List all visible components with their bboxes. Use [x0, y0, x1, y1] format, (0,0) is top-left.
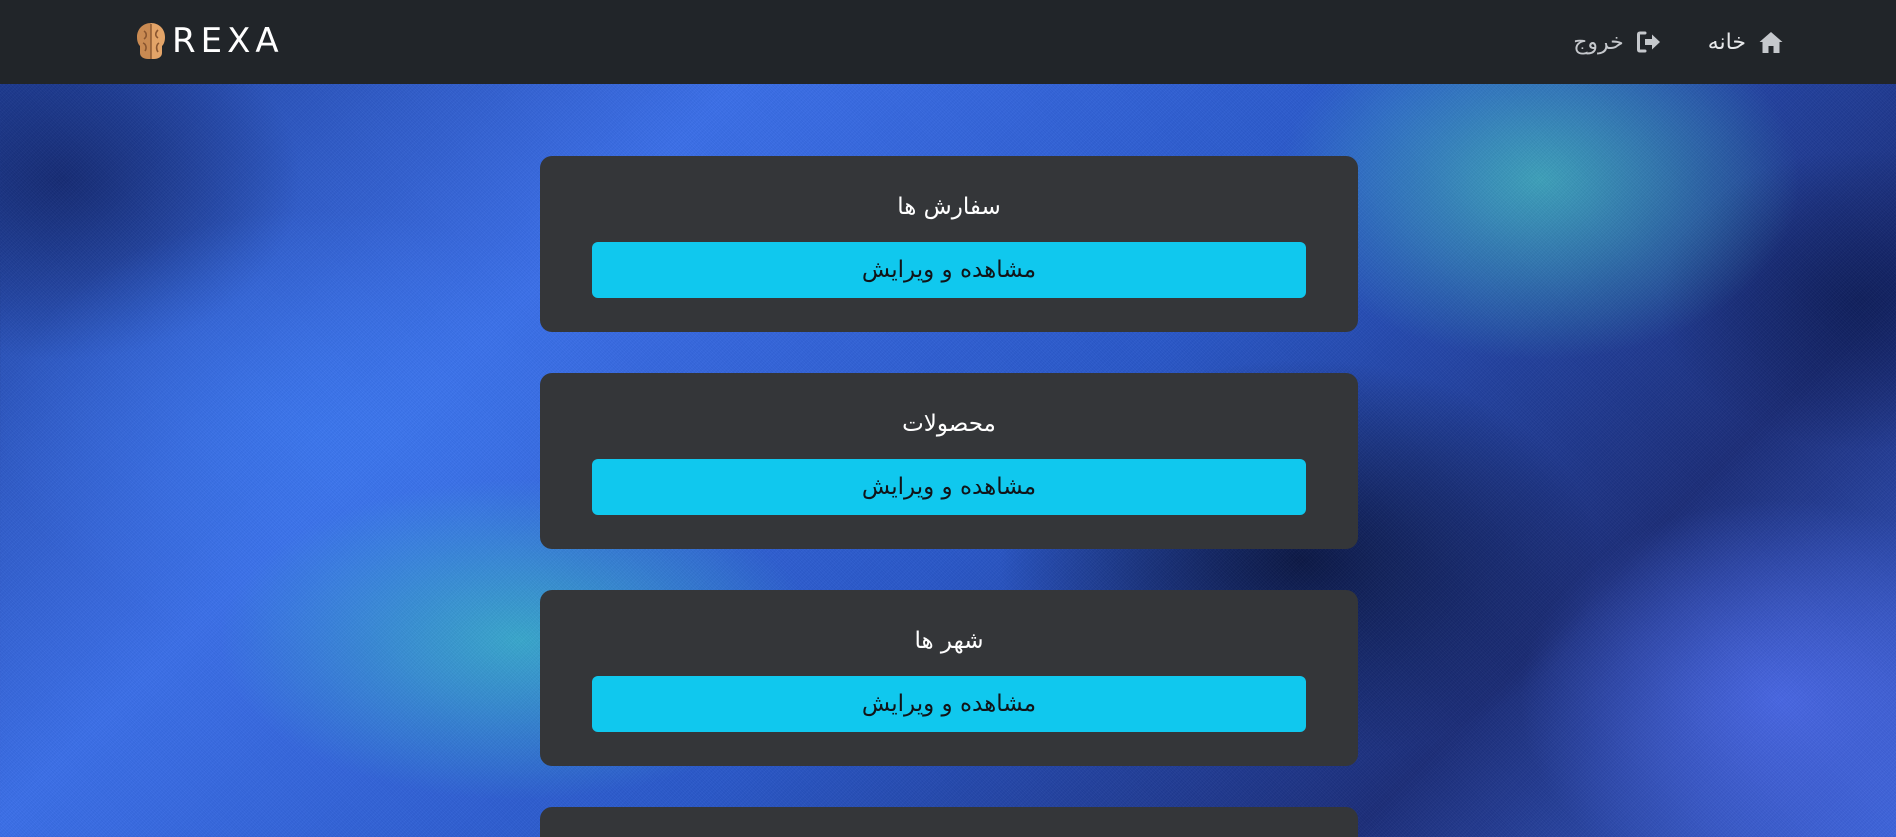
home-icon	[1759, 32, 1783, 53]
nav-link-logout[interactable]: خروج	[1573, 29, 1662, 55]
card-title: محصولات	[902, 411, 996, 437]
view-edit-cities-button[interactable]: مشاهده و ویرایش	[592, 676, 1306, 732]
top-navbar: REXA خانه خروج	[0, 0, 1896, 84]
sign-out-icon	[1636, 31, 1660, 53]
dashboard-cards: سفارش ها مشاهده و ویرایش محصولات مشاهده …	[540, 156, 1358, 807]
card-orders: سفارش ها مشاهده و ویرایش	[540, 156, 1358, 332]
view-edit-products-button[interactable]: مشاهده و ویرایش	[592, 459, 1306, 515]
card-title: سفارش ها	[897, 194, 1001, 220]
view-edit-orders-button[interactable]: مشاهده و ویرایش	[592, 242, 1306, 298]
brain-icon	[137, 23, 165, 59]
nav-link-home-label: خانه	[1707, 29, 1746, 55]
nav-links: خانه خروج	[1573, 0, 1784, 84]
card-cities: شهر ها مشاهده و ویرایش	[540, 590, 1358, 766]
brand-name: REXA	[172, 21, 284, 61]
card-title: شهر ها	[914, 628, 984, 654]
card-products: محصولات مشاهده و ویرایش	[540, 373, 1358, 549]
brand[interactable]: REXA	[134, 18, 284, 64]
card-partial	[540, 807, 1358, 837]
nav-link-home[interactable]: خانه	[1708, 29, 1784, 55]
nav-link-logout-label: خروج	[1573, 29, 1624, 55]
